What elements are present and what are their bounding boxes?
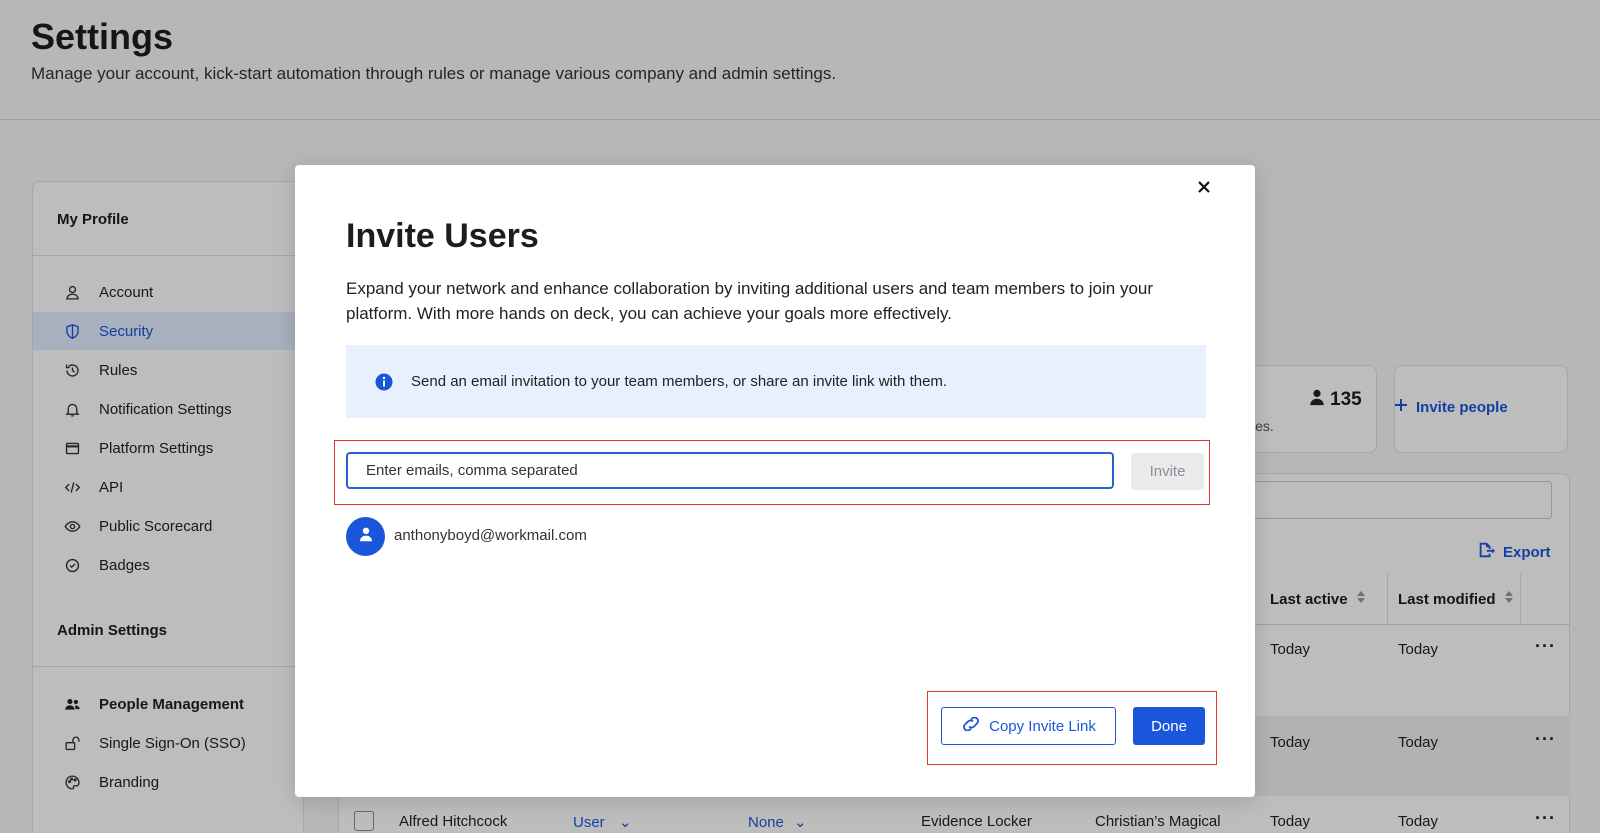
link-icon [961, 716, 981, 735]
info-banner: Send an email invitation to your team me… [346, 345, 1206, 418]
invite-button[interactable]: Invite [1131, 453, 1204, 490]
user-icon [358, 526, 374, 547]
invite-users-modal: Invite Users Expand your network and enh… [295, 165, 1255, 797]
avatar [346, 517, 385, 556]
copy-invite-link-button[interactable]: Copy Invite Link [941, 707, 1116, 745]
modal-description: Expand your network and enhance collabor… [346, 279, 1154, 323]
info-icon [375, 373, 393, 391]
close-icon [1197, 180, 1211, 199]
close-button[interactable] [1192, 177, 1216, 201]
done-button[interactable]: Done [1133, 707, 1205, 745]
invited-user-email: anthonyboyd@workmail.com [394, 527, 587, 544]
info-text: Send an email invitation to your team me… [411, 373, 948, 390]
modal-title: Invite Users [346, 217, 539, 255]
email-input[interactable] [346, 452, 1114, 489]
